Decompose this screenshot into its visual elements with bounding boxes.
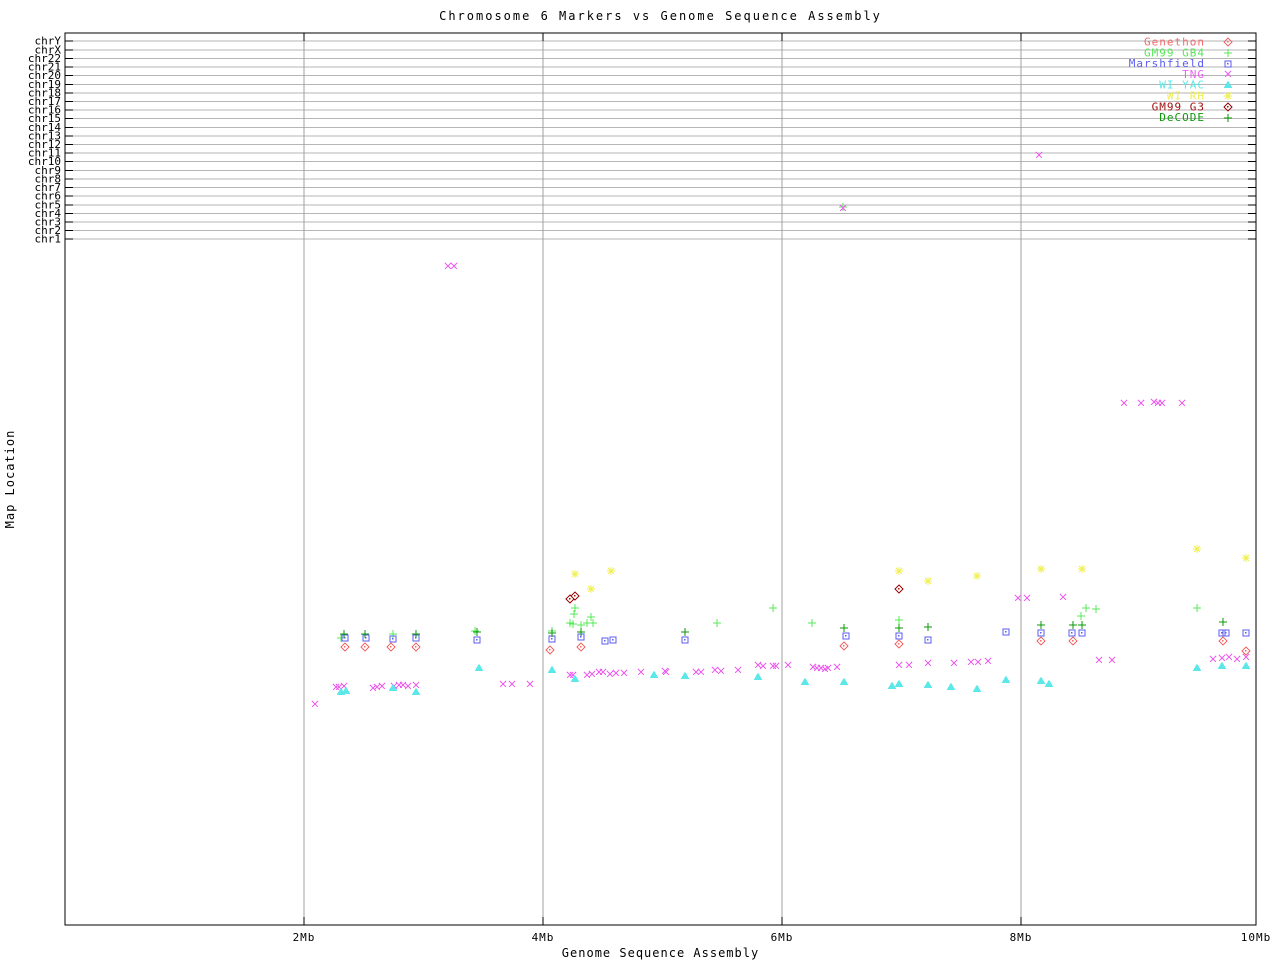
chrom-label-chr1: chr1 [35,233,62,246]
plot-page: Chromosome 6 Markers vs Genome Sequence … [0,0,1280,960]
series-gm99-gb4 [337,203,1201,642]
x-tick-2Mb: 2Mb [293,931,316,944]
legend-label-decode: DeCODE [1159,111,1205,124]
legend: GenethonGM99 GB4MarshfieldTNGWI YACWI RH… [1129,36,1233,124]
chrom-row-labels: chrYchrXchr22chr21chr20chr19chr18chr17ch… [28,35,61,246]
v-gridlines [303,33,1257,925]
x-tick-4Mb: 4Mb [532,931,555,944]
h-gridlines [65,40,1256,240]
x-tick-10Mb: 10Mb [1241,931,1272,944]
series-tng [311,151,1250,708]
scatter-plot: chrYchrXchr22chr21chr20chr19chr18chr17ch… [28,32,1272,944]
x-tick-labels: 2Mb 4Mb 6Mb 8Mb 10Mb [293,931,1272,944]
plot-frame [64,32,1257,926]
x-tick-6Mb: 6Mb [771,931,794,944]
x-tick-8Mb: 8Mb [1010,931,1033,944]
series-wi-yac [336,661,1251,695]
series-gm99-g3 [565,584,904,604]
series-wi-rh [571,545,1250,593]
series-decode [340,618,1227,638]
